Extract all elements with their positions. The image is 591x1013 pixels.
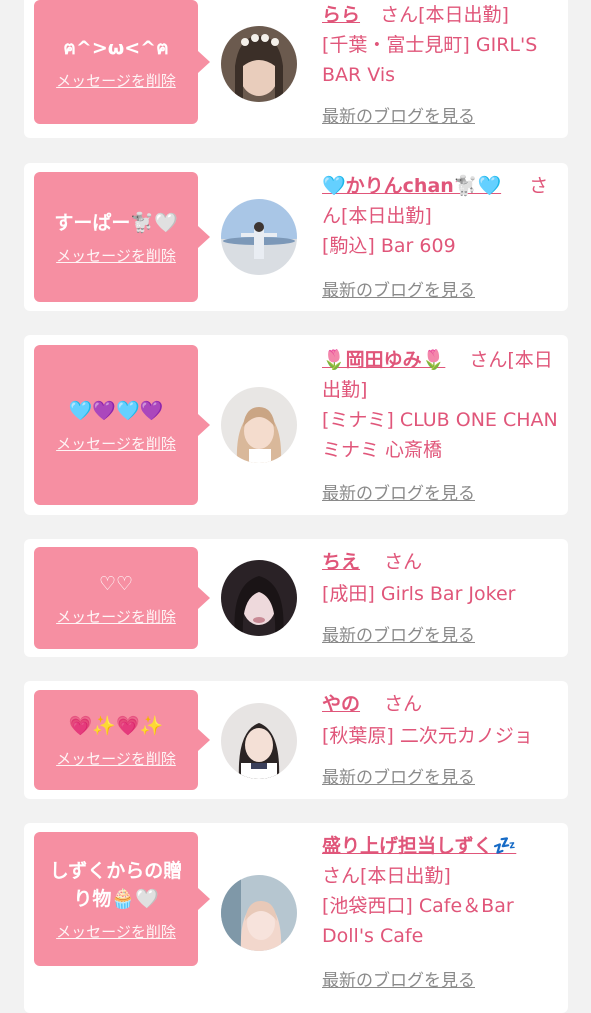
message-card: ♡♡ メッセージを削除 ちえ さん [成田] Girls Bar Joker 最… — [24, 539, 568, 657]
work-status: [本日出勤] — [418, 4, 509, 26]
shop-name: [秋葉原] 二次元カノジョ — [322, 725, 533, 747]
latest-blog-link[interactable]: 最新のブログを見る — [322, 763, 475, 788]
message-text: 💗✨💗✨ — [68, 714, 164, 737]
profile-info: 🩵かりんchan🐩🩵 さん[本日出勤] [駒込] Bar 609 — [322, 171, 558, 261]
avatar[interactable] — [221, 703, 297, 779]
message-bubble: しずくからの贈り物🧁🤍 メッセージを削除 — [34, 832, 210, 966]
shop-name: [ミナミ] CLUB ONE CHAN ミナミ 心斎橋 — [322, 409, 558, 461]
profile-name-link[interactable]: 🩵かりんchan🐩🩵 — [322, 175, 501, 197]
message-bubble: 💗✨💗✨ メッセージを削除 — [34, 690, 210, 790]
message-text: 🩵💜🩵💜 — [68, 399, 164, 422]
avatar[interactable] — [221, 387, 297, 463]
profile-info: やの さん [秋葉原] 二次元カノジョ — [322, 689, 558, 751]
message-card: ฅ^>ω<^ฅ メッセージを削除 らら さん[本日出勤] [千葉・富士見町] G… — [24, 0, 568, 138]
work-status: [本日出勤] — [341, 205, 432, 227]
honorific: さん — [380, 4, 419, 26]
profile-info: らら さん[本日出勤] [千葉・富士見町] GIRL'S BAR Vis — [322, 0, 558, 90]
shop-name: [千葉・富士見町] GIRL'S BAR Vis — [322, 34, 538, 86]
latest-blog-link[interactable]: 最新のブログを見る — [322, 966, 475, 991]
delete-message-link[interactable]: メッセージを削除 — [56, 606, 176, 627]
profile-info: 🌷岡田ゆみ🌷 さん[本日出勤] [ミナミ] CLUB ONE CHAN ミナミ … — [322, 345, 558, 465]
message-text: ♡♡ — [98, 572, 134, 595]
avatar[interactable] — [221, 875, 297, 951]
shop-name: [成田] Girls Bar Joker — [322, 583, 516, 605]
shop-name: [池袋西口] Cafe＆Bar Doll's Cafe — [322, 895, 514, 947]
delete-message-link[interactable]: メッセージを削除 — [56, 70, 176, 91]
avatar[interactable] — [221, 560, 297, 636]
delete-message-link[interactable]: メッセージを削除 — [56, 921, 176, 942]
profile-name-link[interactable]: ちえ — [322, 551, 360, 573]
latest-blog-link[interactable]: 最新のブログを見る — [322, 102, 475, 127]
message-text: しずくからの贈り物🧁🤍 — [49, 859, 183, 910]
delete-message-link[interactable]: メッセージを削除 — [56, 433, 176, 454]
message-card: 💗✨💗✨ メッセージを削除 やの さん [秋葉原] 二次元カノジョ 最新のブログ… — [24, 681, 568, 799]
honorific: さん — [322, 865, 361, 887]
message-card: しずくからの贈り物🧁🤍 メッセージを削除 盛り上げ担当しずく💤 さん[本日出勤]… — [24, 823, 568, 1013]
work-status: [本日出勤] — [360, 865, 451, 887]
message-card: 🩵💜🩵💜 メッセージを削除 🌷岡田ゆみ🌷 さん[本日出勤] [ミナミ] CLUB… — [24, 335, 568, 515]
latest-blog-link[interactable]: 最新のブログを見る — [322, 621, 475, 646]
latest-blog-link[interactable]: 最新のブログを見る — [322, 479, 475, 504]
honorific: さん — [469, 349, 508, 371]
message-text: すーぱー🐩🤍 — [54, 211, 178, 234]
message-bubble: ฅ^>ω<^ฅ メッセージを削除 — [34, 0, 210, 124]
honorific: さん — [384, 551, 423, 573]
profile-info: 盛り上げ担当しずく💤 さん[本日出勤] [池袋西口] Cafe＆Bar Doll… — [322, 831, 558, 951]
delete-message-link[interactable]: メッセージを削除 — [56, 245, 176, 266]
profile-name-link[interactable]: 🌷岡田ゆみ🌷 — [322, 349, 445, 371]
message-bubble: ♡♡ メッセージを削除 — [34, 547, 210, 649]
profile-name-link[interactable]: らら — [322, 4, 360, 26]
profile-name-link[interactable]: やの — [322, 693, 360, 715]
message-bubble: 🩵💜🩵💜 メッセージを削除 — [34, 345, 210, 505]
avatar[interactable] — [221, 26, 297, 102]
shop-name: [駒込] Bar 609 — [322, 235, 456, 257]
delete-message-link[interactable]: メッセージを削除 — [56, 748, 176, 769]
message-bubble: すーぱー🐩🤍 メッセージを削除 — [34, 172, 210, 302]
profile-name-link[interactable]: 盛り上げ担当しずく💤 — [322, 835, 516, 857]
message-text: ฅ^>ω<^ฅ — [63, 36, 169, 59]
profile-info: ちえ さん [成田] Girls Bar Joker — [322, 547, 558, 609]
message-card: すーぱー🐩🤍 メッセージを削除 🩵かりんchan🐩🩵 さん[本日出勤] [駒込]… — [24, 163, 568, 311]
avatar[interactable] — [221, 199, 297, 275]
latest-blog-link[interactable]: 最新のブログを見る — [322, 276, 475, 301]
honorific: さん — [384, 693, 423, 715]
